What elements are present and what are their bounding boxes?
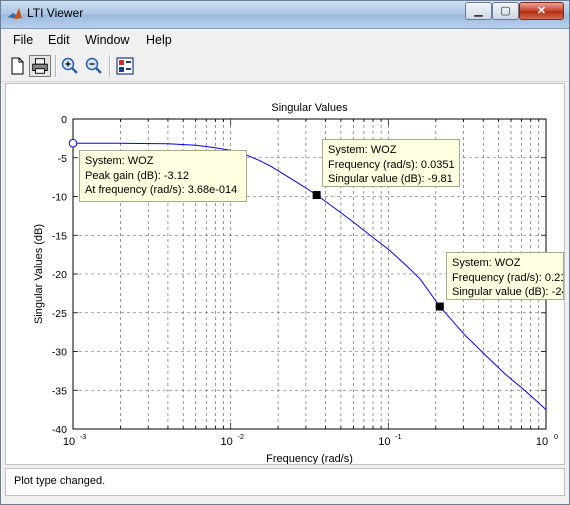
x-tick-label-exponent: -3 xyxy=(80,432,87,441)
title-bar[interactable]: LTI Viewer ▁ ▢ ✕ xyxy=(1,1,569,29)
datatip-line: Singular value (dB): -9.81 xyxy=(328,173,453,185)
datatip-line: Frequency (rad/s): 0.212 xyxy=(452,271,564,284)
toolbar-separator xyxy=(55,55,57,77)
y-tick-label: 0 xyxy=(61,114,67,126)
datatip[interactable]: System: WOZ Frequency (rad/s): 0.212 Singu… xyxy=(446,252,564,300)
datatip-line: System: WOZ xyxy=(452,257,521,269)
datatip-line: Singular value (dB): -24.2 xyxy=(452,286,563,298)
x-tick-label: 10 xyxy=(378,436,390,448)
x-tick-label: 10 xyxy=(63,436,75,448)
new-figure-icon[interactable] xyxy=(6,55,28,77)
datatip[interactable]: System: WOZ Frequency (rad/s): 0.0351 Sing… xyxy=(322,139,460,187)
x-tick-label-exponent: -1 xyxy=(395,432,402,441)
toolbar-separator xyxy=(109,55,111,77)
zoom-out-icon[interactable] xyxy=(83,55,105,77)
menu-help[interactable]: Help xyxy=(146,33,172,47)
datatip[interactable]: System: WOZ Peak gain (dB): -3.12 At frequ… xyxy=(79,150,247,202)
plot-area[interactable]: 0 -5 -10 -15 -20 -25 -30 -35 -40 10 -3 10 -2 10 -1 10 0 S… xyxy=(5,83,565,465)
y-tick-label: -30 xyxy=(52,347,67,359)
maximize-icon: ▢ xyxy=(500,5,511,17)
maximize-button[interactable]: ▢ xyxy=(492,2,519,20)
y-tick-label: -35 xyxy=(52,385,67,397)
plot-configurations-icon[interactable] xyxy=(114,55,136,77)
close-button[interactable]: ✕ xyxy=(519,2,564,20)
status-bar: Plot type changed. xyxy=(5,468,565,496)
y-tick-label: -20 xyxy=(52,269,67,281)
minimize-button[interactable]: ▁ xyxy=(465,2,492,20)
menu-file[interactable]: File xyxy=(13,33,33,47)
y-tick-label: -10 xyxy=(52,192,67,204)
datatip-line: System: WOZ xyxy=(328,144,397,156)
peak-marker[interactable] xyxy=(68,138,78,148)
x-tick-label: 10 xyxy=(221,436,233,448)
matlab-logo-icon xyxy=(8,8,22,19)
y-tick-label: -5 xyxy=(58,153,67,165)
y-tick-label: -15 xyxy=(52,230,67,242)
window-title: LTI Viewer xyxy=(27,6,84,20)
datatip-line: Peak gain (dB): -3.12 xyxy=(85,169,189,182)
print-icon[interactable] xyxy=(29,55,51,77)
menu-edit[interactable]: Edit xyxy=(48,33,70,47)
y-axis-label: Singular Values (dB) xyxy=(33,224,45,324)
toolbar xyxy=(1,51,569,82)
x-axis-label: Frequency (rad/s) xyxy=(266,453,353,464)
datatip-line: At frequency (rad/s): 3.68e-014 xyxy=(85,184,238,196)
close-icon: ✕ xyxy=(536,5,547,17)
minimize-icon: ▁ xyxy=(474,5,483,17)
y-tick-label: -40 xyxy=(52,424,67,436)
chart-title: Singular Values xyxy=(271,102,348,114)
datatip-line: Frequency (rad/s): 0.0351 xyxy=(328,158,455,171)
status-text: Plot type changed. xyxy=(14,475,106,487)
x-tick-label-exponent: -2 xyxy=(237,432,244,441)
x-tick-label-exponent: 0 xyxy=(554,432,558,441)
datatip-line: System: WOZ xyxy=(85,155,154,167)
menu-window[interactable]: Window xyxy=(85,33,129,47)
x-tick-label: 10 xyxy=(536,436,548,448)
zoom-in-icon[interactable] xyxy=(59,55,81,77)
lti-viewer-window: LTI Viewer ▁ ▢ ✕ File Edit Window Help 0… xyxy=(0,0,570,505)
datatip-marker[interactable] xyxy=(435,302,444,311)
y-tick-label: -25 xyxy=(52,308,67,320)
datatip-marker[interactable] xyxy=(312,191,321,200)
menu-bar: File Edit Window Help xyxy=(1,29,569,51)
